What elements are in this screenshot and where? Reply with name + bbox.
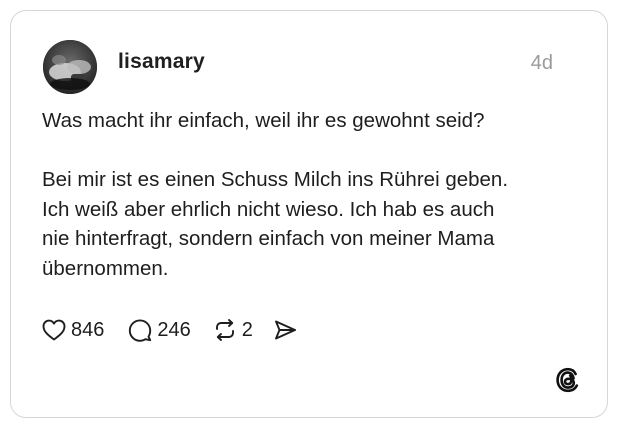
post-timestamp: 4d	[530, 52, 553, 74]
reply-button[interactable]: 246	[128, 318, 191, 342]
reply-count: 246	[157, 318, 191, 341]
post-card: lisamary 4d Was macht ihr einfach, weil …	[10, 10, 608, 418]
send-icon	[273, 319, 297, 341]
like-button[interactable]: 846	[42, 319, 104, 342]
action-bar: 846 246 2	[42, 315, 297, 345]
threads-logo-icon	[553, 365, 583, 395]
repost-arrows-icon	[213, 318, 237, 342]
repost-button[interactable]: 2	[213, 318, 253, 342]
repost-count: 2	[241, 318, 253, 341]
speech-bubble-icon	[128, 318, 152, 342]
share-button[interactable]	[273, 319, 297, 341]
avatar-photo	[43, 40, 97, 94]
heart-icon	[42, 319, 66, 341]
post-text: Was macht ihr einfach, weil ihr es gewoh…	[42, 109, 509, 280]
avatar[interactable]	[43, 40, 97, 94]
username[interactable]: lisamary	[118, 50, 205, 74]
like-count: 846	[71, 318, 105, 341]
